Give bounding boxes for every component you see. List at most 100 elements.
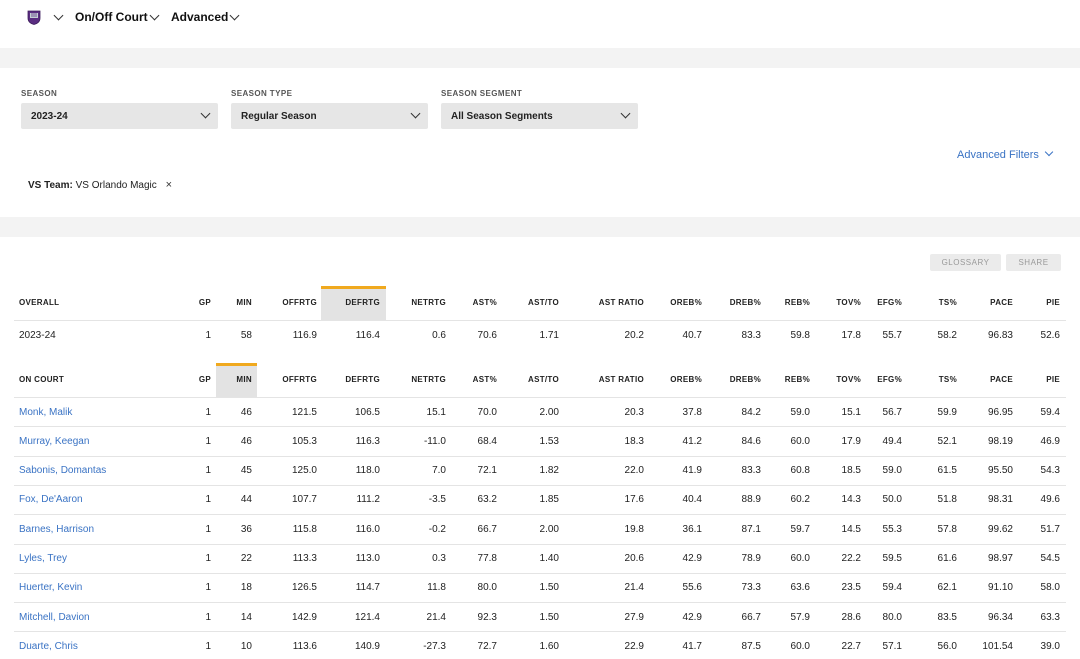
col-ast-to: 1.50 [539, 582, 559, 594]
col-ast-ratio: 21.4 [624, 582, 644, 594]
active-filter-chip: VS Team: VS Orlando Magic × [28, 179, 172, 191]
col-offrtg: 113.6 [292, 640, 317, 652]
col-ts-pct-header[interactable]: TS% [939, 365, 957, 393]
share-button[interactable]: SHARE [1006, 254, 1061, 271]
col-reb-pct: 59.8 [790, 329, 810, 341]
col-pace-header[interactable]: PACE [990, 288, 1013, 316]
col-offrtg-header[interactable]: OFFRTG [282, 365, 317, 393]
col-pace: 101.54 [982, 640, 1013, 652]
view-dropdown[interactable]: On/Off Court [75, 10, 148, 24]
advanced-filters-toggle[interactable]: Advanced Filters [957, 147, 1054, 161]
col-min: 18 [240, 582, 252, 594]
col-efg-pct-header[interactable]: EFG% [877, 365, 902, 393]
col-name[interactable]: Monk, Malik [19, 398, 72, 426]
col-tov-pct-header[interactable]: TOV% [836, 288, 861, 316]
col-ts-pct-header[interactable]: TS% [939, 288, 957, 316]
col-name[interactable]: Huerter, Kevin [19, 574, 82, 602]
col-name[interactable]: Sabonis, Domantas [19, 457, 106, 485]
season-type-select[interactable]: Regular Season [231, 103, 428, 129]
col-defrtg-header[interactable]: DEFRTG [345, 288, 380, 316]
col-oreb-pct-header[interactable]: OREB% [670, 365, 702, 393]
col-dreb-pct: 87.1 [741, 523, 761, 535]
col-pie-header[interactable]: PIE [1046, 365, 1060, 393]
col-reb-pct: 63.6 [790, 582, 810, 594]
table-row: Duarte, Chris 1 10 113.6 140.9 -27.3 72.7 1.60 2… [14, 631, 1066, 659]
col-oreb-pct-header[interactable]: OREB% [670, 288, 702, 316]
col-dreb-pct: 78.9 [741, 553, 761, 564]
col-dreb-pct-header[interactable]: DREB% [730, 288, 761, 316]
col-ast-to: 1.71 [539, 329, 559, 341]
col-efg-pct: 55.7 [882, 329, 902, 341]
col-name-header[interactable]: ON COURT [19, 365, 64, 393]
col-netrtg-header[interactable]: NETRTG [411, 288, 446, 316]
season-segment-select[interactable]: All Season Segments [441, 103, 638, 129]
col-oreb-pct: 40.7 [682, 329, 702, 341]
remove-filter-close-icon[interactable]: × [166, 179, 172, 191]
col-defrtg-header[interactable]: DEFRTG [345, 365, 380, 393]
col-oreb-pct: 42.9 [682, 611, 702, 623]
season-select[interactable]: 2023-24 [21, 103, 218, 129]
col-ast-ratio-header[interactable]: AST RATIO [599, 365, 644, 393]
col-dreb-pct: 73.3 [741, 582, 761, 594]
col-efg-pct-header[interactable]: EFG% [877, 288, 902, 316]
col-gp: 1 [205, 465, 211, 477]
col-oreb-pct: 55.6 [682, 582, 702, 594]
col-ast-pct-header[interactable]: AST% [473, 288, 497, 316]
col-gp-header[interactable]: GP [199, 288, 211, 316]
col-name[interactable]: Lyles, Trey [19, 545, 67, 573]
col-ast-ratio: 18.3 [624, 435, 644, 447]
col-pace: 96.95 [987, 406, 1013, 418]
col-netrtg: 0.3 [432, 553, 446, 564]
col-netrtg: 0.6 [432, 329, 446, 341]
col-ast-ratio-header[interactable]: AST RATIO [599, 288, 644, 316]
col-dreb-pct: 66.7 [741, 611, 761, 623]
col-name[interactable]: Barnes, Harrison [19, 515, 94, 543]
col-reb-pct-header[interactable]: REB% [785, 365, 810, 393]
col-gp-header[interactable]: GP [199, 365, 211, 393]
col-ast-pct-header[interactable]: AST% [473, 365, 497, 393]
team-logo-icon[interactable] [27, 10, 41, 25]
season-type-label: SEASON TYPE [231, 89, 293, 98]
col-tov-pct-header[interactable]: TOV% [836, 365, 861, 393]
measure-dropdown-chevron-icon[interactable] [229, 10, 240, 21]
col-name[interactable]: Mitchell, Davion [19, 603, 90, 631]
col-ast-pct: 70.0 [477, 406, 497, 418]
col-ts-pct: 52.1 [937, 435, 957, 447]
col-tov-pct: 14.3 [841, 494, 861, 506]
col-min-header[interactable]: MIN [236, 365, 252, 393]
col-ast-to: 1.60 [539, 640, 559, 652]
col-name[interactable]: Fox, De'Aaron [19, 486, 83, 514]
col-dreb-pct-header[interactable]: DREB% [730, 365, 761, 393]
glossary-button[interactable]: GLOSSARY [930, 254, 1001, 271]
col-oreb-pct: 42.9 [682, 553, 702, 564]
season-value: 2023-24 [31, 111, 68, 122]
team-select-chevron-icon[interactable] [53, 10, 64, 21]
measure-dropdown[interactable]: Advanced [171, 10, 228, 24]
col-ast-to: 1.40 [539, 553, 559, 564]
col-offrtg-header[interactable]: OFFRTG [282, 288, 317, 316]
col-name-header[interactable]: OVERALL [19, 288, 59, 316]
col-pie: 58.0 [1040, 582, 1060, 594]
table-row: Mitchell, Davion 1 14 142.9 121.4 21.4 92.3 1.5… [14, 602, 1066, 631]
col-pace: 99.62 [987, 523, 1013, 535]
col-gp: 1 [205, 611, 211, 623]
col-ast-to-header[interactable]: AST/TO [528, 288, 559, 316]
col-name[interactable]: Duarte, Chris [19, 632, 78, 659]
season-label: SEASON [21, 89, 58, 98]
view-dropdown-chevron-icon[interactable] [149, 10, 160, 21]
col-ast-to: 1.85 [539, 494, 559, 506]
col-netrtg-header[interactable]: NETRTG [411, 365, 446, 393]
col-reb-pct-header[interactable]: REB% [785, 288, 810, 316]
col-reb-pct: 59.0 [790, 406, 810, 418]
col-tov-pct: 15.1 [841, 406, 861, 418]
col-pace: 96.34 [987, 611, 1013, 623]
col-min-header[interactable]: MIN [236, 288, 252, 316]
col-ast-to-header[interactable]: AST/TO [528, 365, 559, 393]
col-gp: 1 [205, 582, 211, 594]
col-ts-pct: 61.6 [937, 553, 957, 564]
col-pace-header[interactable]: PACE [990, 365, 1013, 393]
filter-value: VS Orlando Magic [75, 180, 157, 191]
col-pie-header[interactable]: PIE [1046, 288, 1060, 316]
col-name[interactable]: Murray, Keegan [19, 427, 89, 455]
col-min: 44 [240, 494, 252, 506]
